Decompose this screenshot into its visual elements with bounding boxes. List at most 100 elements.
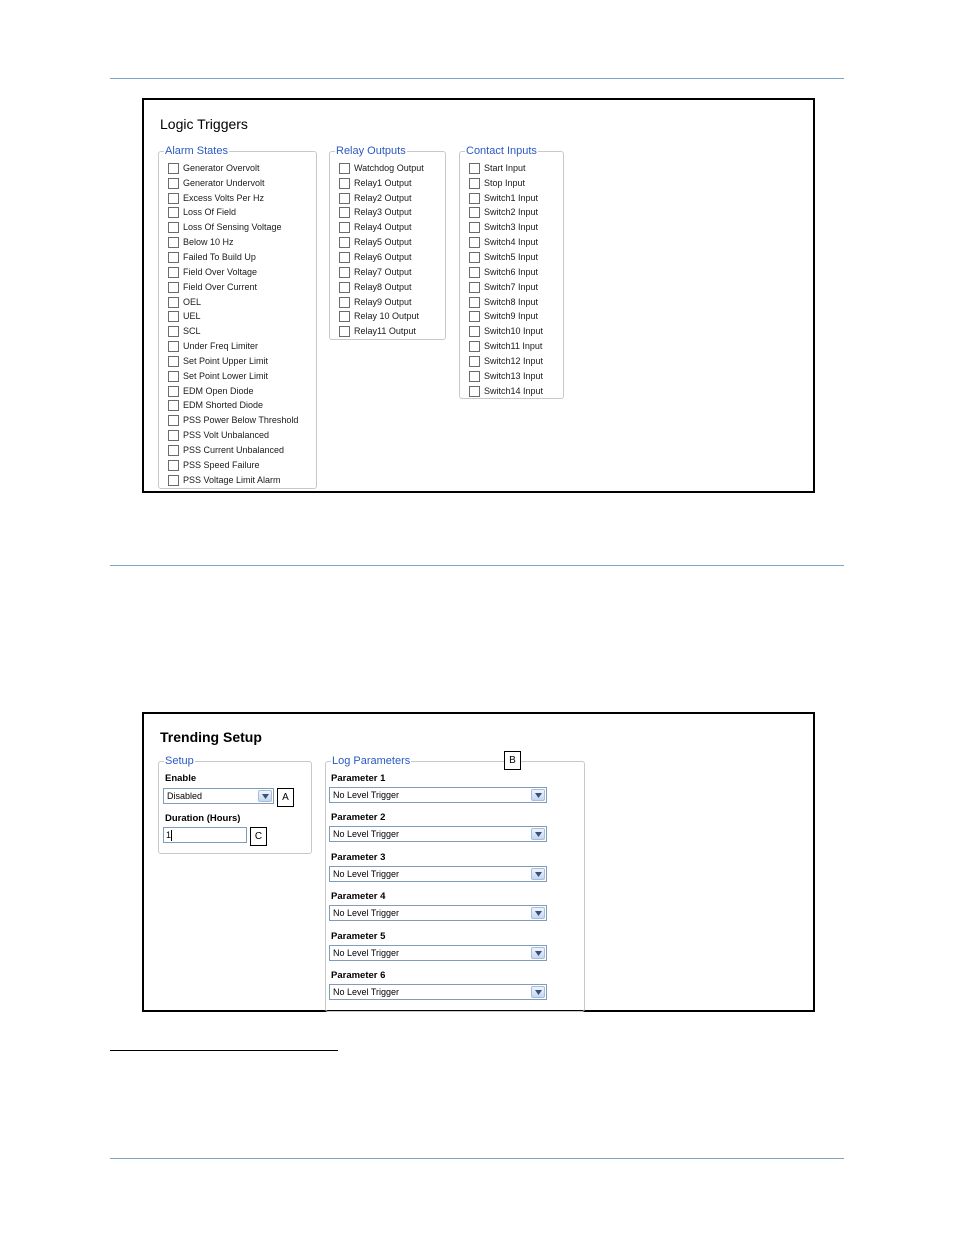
- checkbox-item[interactable]: Switch9 Input: [469, 309, 543, 324]
- checkbox-item[interactable]: PSS Volt Unbalanced: [168, 428, 298, 443]
- checkbox-item[interactable]: PSS Power Below Threshold: [168, 413, 298, 428]
- chevron-down-icon[interactable]: [531, 789, 545, 801]
- checkbox[interactable]: [469, 237, 480, 249]
- enable-select[interactable]: Disabled: [163, 788, 274, 804]
- checkbox-item[interactable]: PSS Speed Failure: [168, 458, 298, 473]
- checkbox-item[interactable]: Generator Overvolt: [168, 161, 298, 176]
- checkbox-item[interactable]: Relay4 Output: [339, 220, 424, 235]
- checkbox[interactable]: [168, 355, 179, 367]
- checkbox[interactable]: [168, 311, 179, 323]
- checkbox[interactable]: [168, 400, 179, 412]
- checkbox[interactable]: [469, 192, 480, 204]
- checkbox-item[interactable]: EDM Shorted Diode: [168, 399, 298, 414]
- checkbox-item[interactable]: Relay8 Output: [339, 280, 424, 295]
- checkbox-item[interactable]: Generator Undervolt: [168, 176, 298, 191]
- checkbox[interactable]: [168, 177, 179, 189]
- checkbox[interactable]: [168, 341, 179, 353]
- checkbox-item[interactable]: Relay 10 Output: [339, 309, 424, 324]
- checkbox-item[interactable]: Loss Of Field: [168, 206, 298, 221]
- checkbox[interactable]: [168, 162, 179, 174]
- checkbox[interactable]: [168, 237, 179, 249]
- checkbox-item[interactable]: Field Over Current: [168, 280, 298, 295]
- checkbox-item[interactable]: Stop Input: [469, 176, 543, 191]
- checkbox[interactable]: [469, 385, 480, 397]
- checkbox-item[interactable]: PSS Current Unbalanced: [168, 443, 298, 458]
- checkbox[interactable]: [339, 222, 350, 234]
- checkbox-item[interactable]: EDM Open Diode: [168, 384, 298, 399]
- checkbox[interactable]: [469, 311, 480, 323]
- checkbox[interactable]: [469, 281, 480, 293]
- checkbox-item[interactable]: Relay7 Output: [339, 265, 424, 280]
- checkbox-item[interactable]: Switch12 Input: [469, 354, 543, 369]
- checkbox-item[interactable]: Switch10 Input: [469, 324, 543, 339]
- parameter-select[interactable]: No Level Trigger: [329, 826, 547, 843]
- checkbox-item[interactable]: Relay9 Output: [339, 295, 424, 310]
- checkbox-item[interactable]: Start Input: [469, 161, 543, 176]
- parameter-select[interactable]: No Level Trigger: [329, 905, 547, 922]
- checkbox-item[interactable]: Failed To Build Up: [168, 250, 298, 265]
- checkbox[interactable]: [339, 281, 350, 293]
- checkbox-item[interactable]: Switch3 Input: [469, 220, 543, 235]
- checkbox[interactable]: [339, 207, 350, 219]
- checkbox[interactable]: [339, 266, 350, 278]
- checkbox[interactable]: [339, 251, 350, 263]
- chevron-down-icon[interactable]: [531, 828, 545, 841]
- checkbox-item[interactable]: SCL: [168, 324, 298, 339]
- checkbox-item[interactable]: Watchdog Output: [339, 161, 424, 176]
- chevron-down-icon[interactable]: [531, 946, 545, 959]
- checkbox-item[interactable]: Switch2 Input: [469, 206, 543, 221]
- parameter-select[interactable]: No Level Trigger: [329, 865, 547, 882]
- checkbox-item[interactable]: Switch5 Input: [469, 250, 543, 265]
- checkbox-item[interactable]: Switch11 Input: [469, 339, 543, 354]
- checkbox[interactable]: [168, 444, 179, 456]
- checkbox-item[interactable]: Switch8 Input: [469, 295, 543, 310]
- duration-input[interactable]: 1: [163, 827, 247, 843]
- checkbox-item[interactable]: OEL: [168, 295, 298, 310]
- checkbox[interactable]: [469, 222, 480, 234]
- checkbox[interactable]: [168, 370, 179, 382]
- checkbox[interactable]: [469, 251, 480, 263]
- checkbox[interactable]: [168, 326, 179, 338]
- checkbox[interactable]: [168, 192, 179, 204]
- checkbox[interactable]: [168, 222, 179, 234]
- checkbox-item[interactable]: Below 10 Hz: [168, 235, 298, 250]
- checkbox[interactable]: [168, 474, 179, 486]
- checkbox[interactable]: [168, 459, 179, 471]
- checkbox-item[interactable]: Relay2 Output: [339, 191, 424, 206]
- checkbox[interactable]: [168, 415, 179, 427]
- checkbox[interactable]: [469, 207, 480, 219]
- checkbox[interactable]: [339, 311, 350, 323]
- chevron-down-icon[interactable]: [258, 790, 272, 802]
- checkbox[interactable]: [469, 355, 480, 367]
- checkbox-item[interactable]: UEL: [168, 309, 298, 324]
- chevron-down-icon[interactable]: [531, 907, 545, 920]
- checkbox[interactable]: [469, 370, 480, 382]
- checkbox-item[interactable]: Relay11 Output: [339, 324, 424, 339]
- checkbox[interactable]: [339, 237, 350, 249]
- checkbox[interactable]: [469, 341, 480, 353]
- checkbox[interactable]: [168, 207, 179, 219]
- chevron-down-icon[interactable]: [531, 867, 545, 880]
- checkbox[interactable]: [469, 162, 480, 174]
- checkbox[interactable]: [469, 177, 480, 189]
- checkbox[interactable]: [168, 430, 179, 442]
- checkbox-item[interactable]: Relay6 Output: [339, 250, 424, 265]
- checkbox[interactable]: [469, 266, 480, 278]
- checkbox-item[interactable]: Switch4 Input: [469, 235, 543, 250]
- checkbox[interactable]: [168, 281, 179, 293]
- parameter-select[interactable]: No Level Trigger: [329, 984, 547, 1000]
- checkbox[interactable]: [469, 326, 480, 338]
- checkbox[interactable]: [339, 326, 350, 338]
- checkbox-item[interactable]: Switch6 Input: [469, 265, 543, 280]
- checkbox[interactable]: [339, 192, 350, 204]
- checkbox[interactable]: [339, 296, 350, 308]
- parameter-select[interactable]: No Level Trigger: [329, 787, 547, 803]
- checkbox-item[interactable]: PSS Voltage Limit Alarm: [168, 473, 298, 488]
- checkbox-item[interactable]: Under Freq Limiter: [168, 339, 298, 354]
- checkbox-item[interactable]: Switch13 Input: [469, 369, 543, 384]
- checkbox-item[interactable]: Relay3 Output: [339, 206, 424, 221]
- checkbox[interactable]: [339, 162, 350, 174]
- checkbox[interactable]: [168, 251, 179, 263]
- checkbox-item[interactable]: Loss Of Sensing Voltage: [168, 220, 298, 235]
- checkbox-item[interactable]: Set Point Lower Limit: [168, 369, 298, 384]
